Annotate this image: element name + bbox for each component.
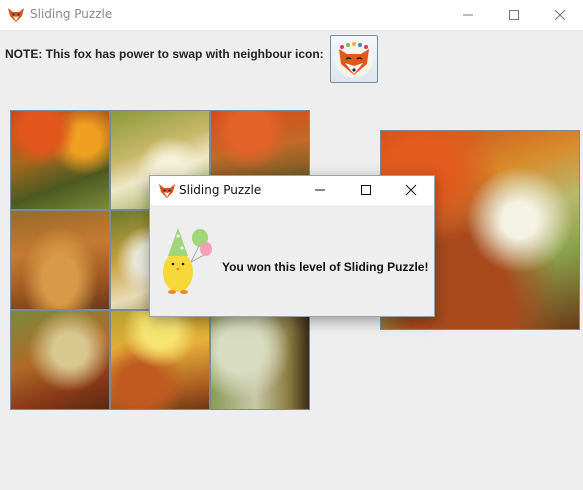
note-label: NOTE: This fox has power to swap with ne… <box>5 47 324 61</box>
fox-icon <box>159 183 175 202</box>
dialog-maximize-button[interactable] <box>343 176 389 205</box>
window-titlebar: Sliding Puzzle <box>0 0 583 30</box>
chick-balloons-icon <box>156 224 216 300</box>
win-message: You won this level of Sliding Puzzle! <box>222 260 429 274</box>
maximize-button[interactable] <box>491 0 537 30</box>
puzzle-tile[interactable] <box>111 311 209 409</box>
fox-icon <box>8 7 24 22</box>
fox-swap-button[interactable] <box>330 35 378 83</box>
dialog-title: Sliding Puzzle <box>179 183 262 197</box>
minimize-button[interactable] <box>445 0 491 30</box>
close-button[interactable] <box>537 0 583 30</box>
dialog-minimize-button[interactable] <box>297 176 343 205</box>
puzzle-tile[interactable] <box>11 311 109 409</box>
window-title: Sliding Puzzle <box>30 7 113 21</box>
puzzle-tile[interactable] <box>211 311 309 409</box>
dialog-titlebar: Sliding Puzzle <box>150 176 434 205</box>
puzzle-tile[interactable] <box>11 211 109 309</box>
puzzle-tile[interactable] <box>11 111 109 209</box>
win-dialog: Sliding Puzzle You won this level of Sli… <box>149 175 435 317</box>
fox-icon <box>335 40 373 78</box>
dialog-close-button[interactable] <box>388 176 434 205</box>
